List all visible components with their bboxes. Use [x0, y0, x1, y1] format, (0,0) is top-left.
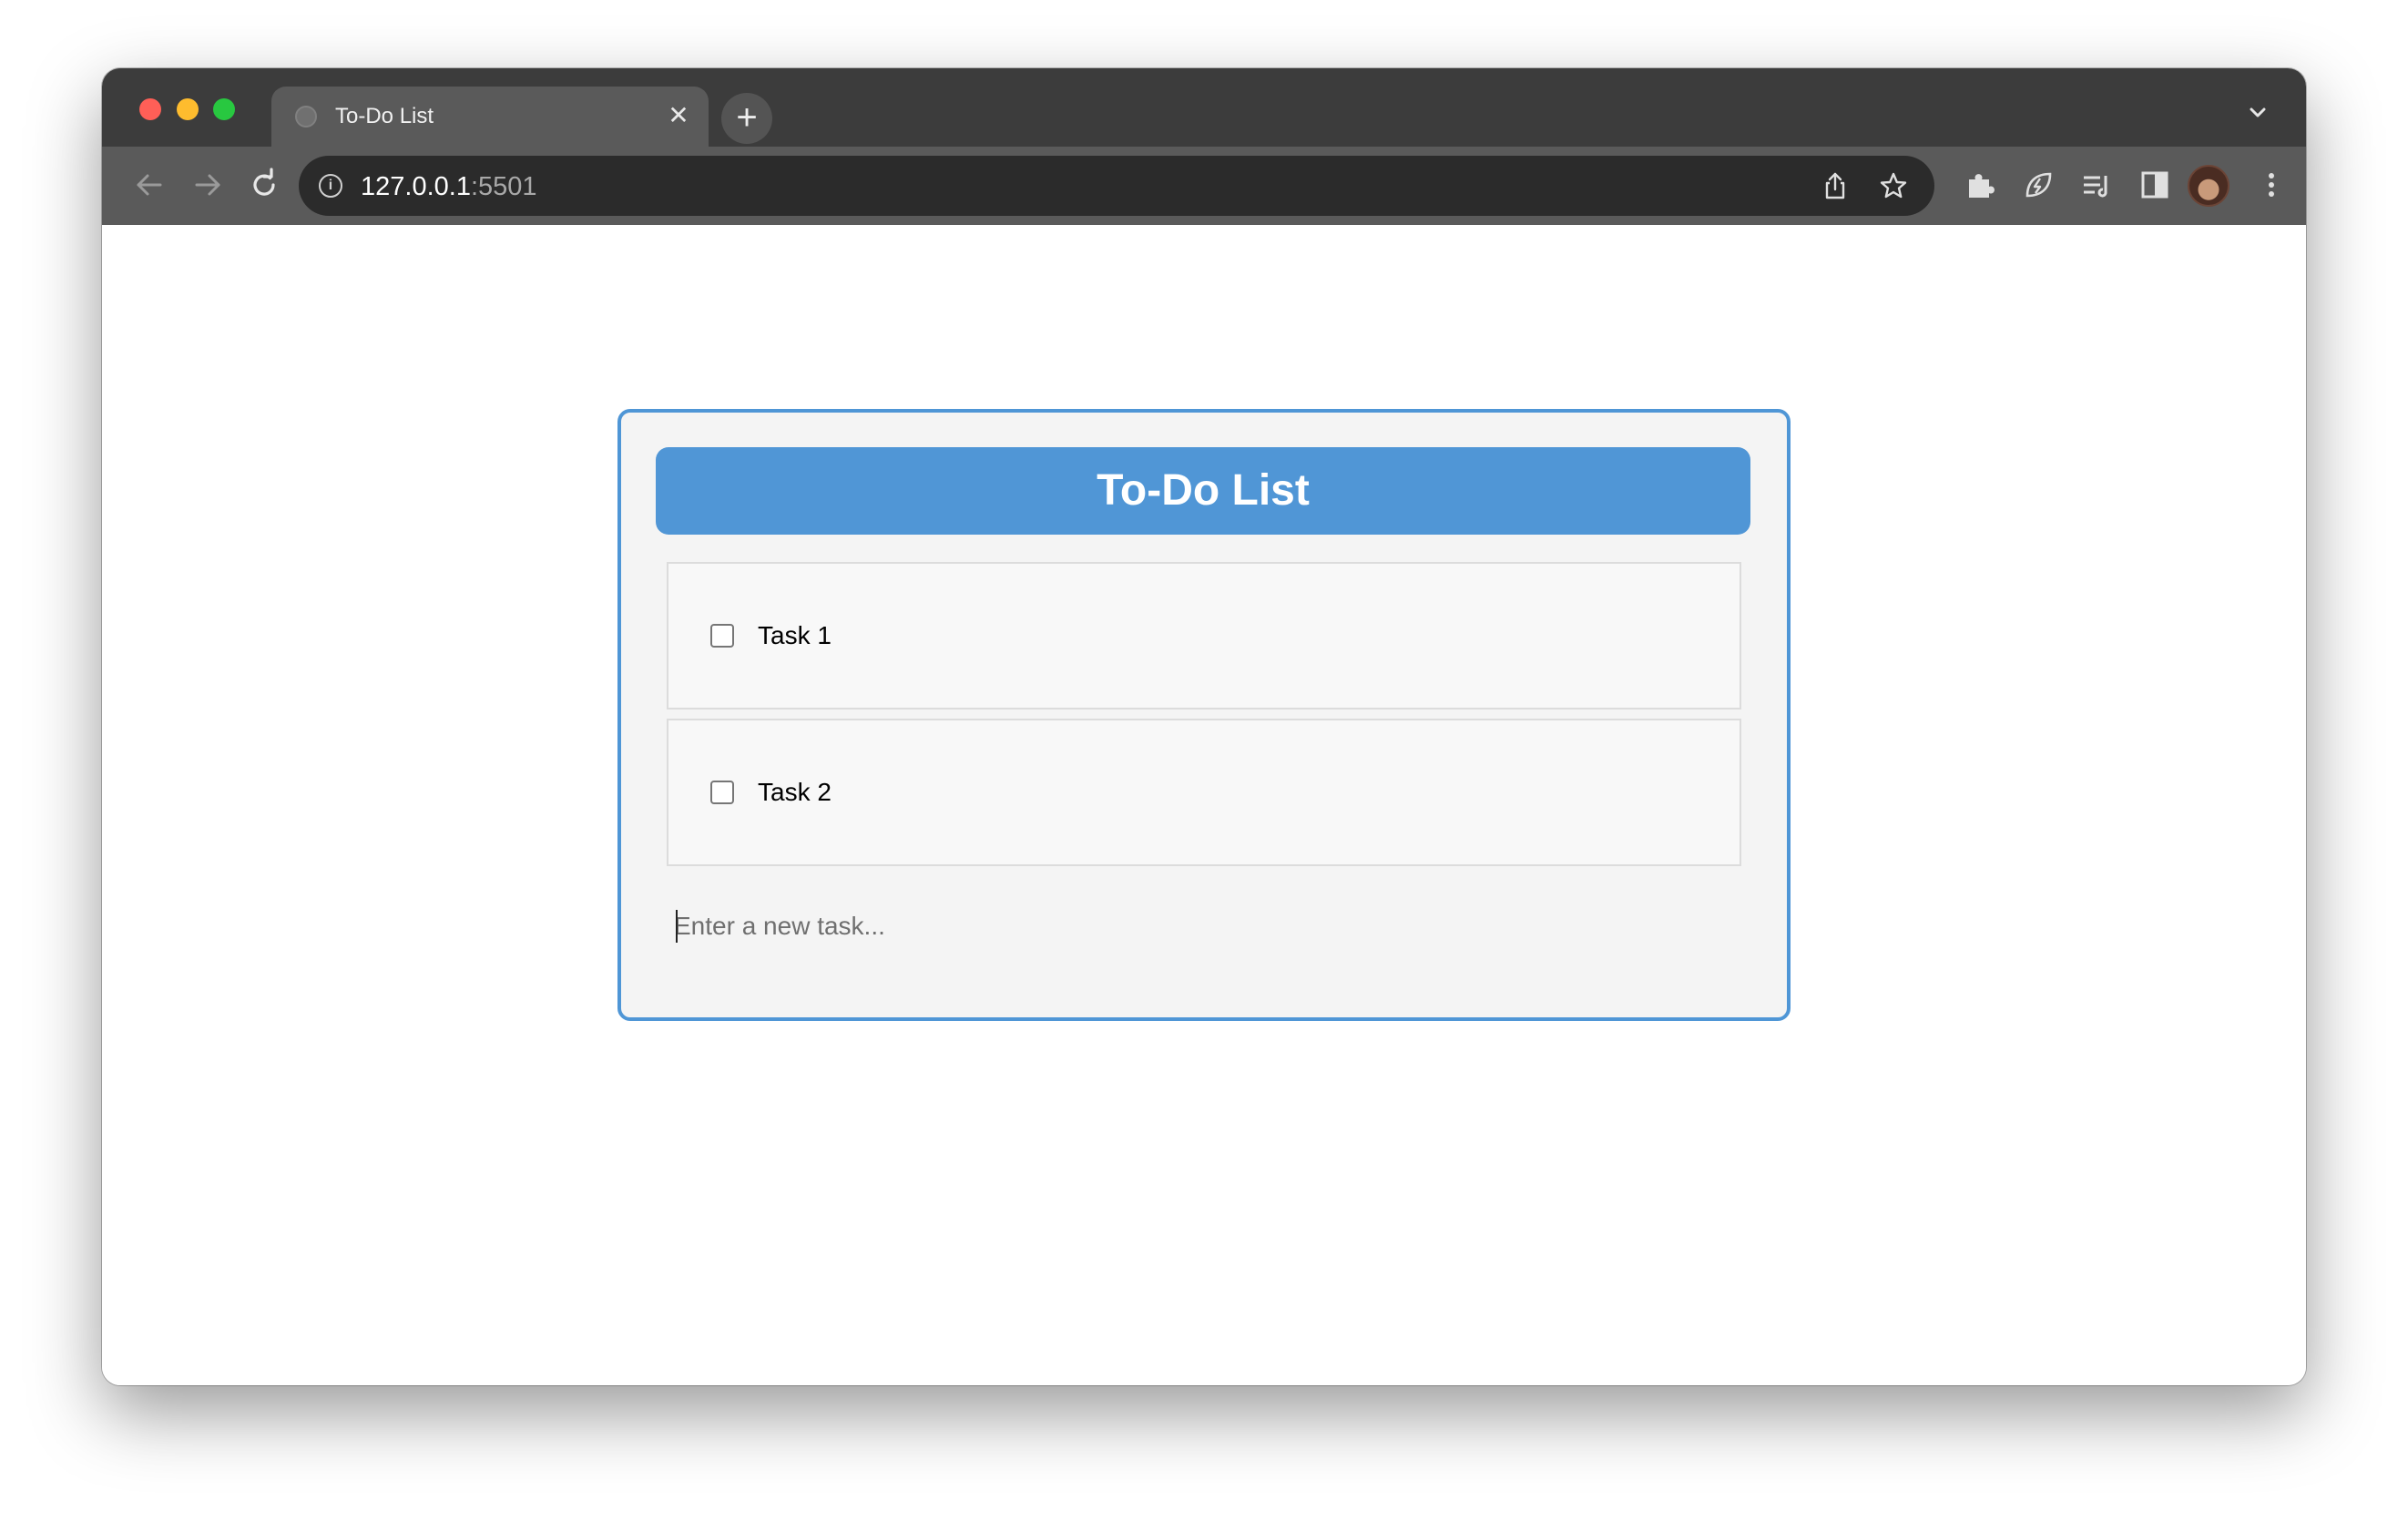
leaf-bolt-icon[interactable]	[2020, 167, 2056, 203]
text-caret	[676, 910, 678, 943]
task-label: Task 1	[758, 621, 832, 649]
task-item[interactable]: Task 1	[667, 562, 1741, 709]
star-icon[interactable]	[1878, 170, 1909, 201]
page-viewport: To-Do List Task 1 Task 2	[102, 225, 2306, 1385]
chevron-down-icon[interactable]	[2244, 99, 2271, 127]
browser-tab[interactable]: To-Do List ✕	[271, 87, 709, 147]
url-text[interactable]: 127.0.0.1:5501	[361, 172, 537, 201]
minimize-window-button[interactable]	[177, 98, 199, 120]
new-task-input[interactable]	[674, 897, 1730, 955]
page-title: To-Do List	[656, 447, 1750, 535]
globe-icon	[295, 106, 317, 128]
arrow-left-icon[interactable]	[129, 165, 169, 205]
share-icon[interactable]	[1820, 170, 1851, 201]
side-panel-icon[interactable]	[2137, 167, 2173, 203]
task-checkbox[interactable]	[710, 624, 734, 648]
vertical-dots-icon[interactable]	[2253, 167, 2290, 203]
new-tab-button[interactable]: +	[721, 93, 772, 144]
close-window-button[interactable]	[139, 98, 161, 120]
profile-avatar[interactable]	[2188, 165, 2229, 207]
maximize-window-button[interactable]	[213, 98, 235, 120]
info-icon[interactable]: i	[319, 174, 342, 198]
reload-icon[interactable]	[244, 165, 284, 205]
todo-container: To-Do List Task 1 Task 2	[617, 409, 1791, 1021]
task-checkbox[interactable]	[710, 781, 734, 804]
browser-toolbar: i 127.0.0.1:5501	[102, 147, 2306, 225]
puzzle-icon[interactable]	[1962, 167, 1998, 203]
tab-close-icon[interactable]: ✕	[665, 102, 692, 129]
tab-title: To-Do List	[335, 104, 434, 128]
url-port: :5501	[470, 172, 537, 201]
task-label: Task 2	[758, 778, 832, 806]
tab-strip: To-Do List ✕ +	[102, 68, 2306, 147]
browser-window: To-Do List ✕ + i 127.0.0.1:5501 To-Do Li…	[102, 68, 2306, 1385]
reading-list-icon[interactable]	[2078, 167, 2115, 203]
address-bar[interactable]: i 127.0.0.1:5501	[299, 156, 1934, 216]
task-item[interactable]: Task 2	[667, 719, 1741, 866]
arrow-right-icon[interactable]	[188, 165, 228, 205]
url-host: 127.0.0.1	[361, 172, 471, 201]
